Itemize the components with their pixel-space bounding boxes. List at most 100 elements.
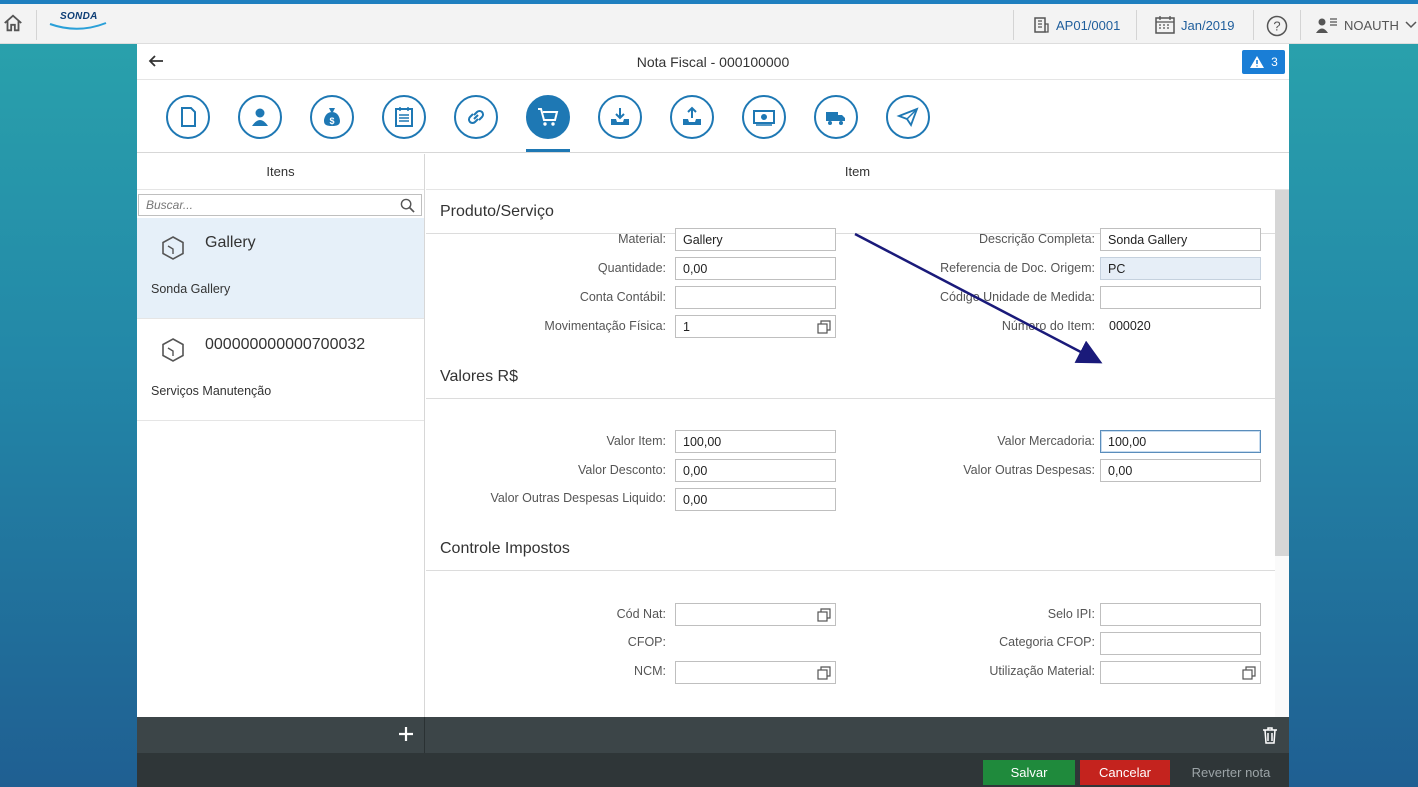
svg-text:$: $ xyxy=(329,116,334,126)
utilizacao-material-label: Utilização Material: xyxy=(989,664,1095,678)
user-icon xyxy=(1316,18,1337,33)
numero-item-label: Número do Item: xyxy=(1001,319,1095,333)
trash-icon[interactable] xyxy=(1262,726,1278,744)
document-icon xyxy=(181,107,196,127)
descricao-completa-field[interactable]: Sonda Gallery xyxy=(1100,228,1261,251)
numero-item-value: 000020 xyxy=(1109,319,1151,333)
link-icon xyxy=(467,109,485,125)
section-title: Valores R$ xyxy=(440,368,518,385)
revert-button[interactable]: Reverter nota xyxy=(1183,760,1279,785)
valor-outras-despesas-liquido-field[interactable]: 0,00 xyxy=(675,488,836,511)
add-icon[interactable] xyxy=(395,723,417,745)
svg-text:?: ? xyxy=(1273,19,1280,34)
title-bar: Nota Fiscal - 000100000 3 xyxy=(137,44,1289,80)
company-selector[interactable]: AP01/0001 xyxy=(1032,13,1120,37)
items-header: Itens xyxy=(137,154,424,190)
ncm-label: NCM: xyxy=(634,664,666,678)
building-icon xyxy=(1034,17,1049,33)
list-item-title: 000000000000700032 xyxy=(205,336,366,353)
action-footer: Salvar Cancelar Reverter nota xyxy=(137,753,1289,787)
shell-separator xyxy=(1136,10,1137,40)
tab-document[interactable] xyxy=(166,95,210,139)
quantidade-label: Quantidade: xyxy=(597,261,666,275)
tab-items[interactable] xyxy=(526,95,570,139)
tab-transport[interactable] xyxy=(814,95,858,139)
valor-desconto-label: Valor Desconto: xyxy=(577,463,666,477)
paper-plane-icon xyxy=(896,107,919,127)
tab-partner[interactable] xyxy=(238,95,282,139)
active-tab-indicator xyxy=(526,149,570,152)
section-valores: Valores R$ xyxy=(426,355,1275,399)
shell-separator xyxy=(1253,10,1254,40)
valor-outras-despesas-field[interactable]: 0,00 xyxy=(1100,459,1261,482)
cart-icon xyxy=(538,108,559,126)
valor-mercadoria-label: Valor Mercadoria: xyxy=(997,434,1095,448)
categoria-cfop-field[interactable] xyxy=(1100,632,1261,655)
tab-schedule[interactable] xyxy=(382,95,426,139)
warning-count: 3 xyxy=(1271,55,1278,69)
help-icon[interactable]: ? xyxy=(1266,15,1288,37)
tab-references[interactable] xyxy=(454,95,498,139)
categoria-cfop-label: Categoria CFOP: xyxy=(999,635,1095,649)
shell-separator xyxy=(36,10,37,40)
user-menu[interactable]: NOAUTH xyxy=(1316,13,1417,37)
valor-outras-despesas-label: Valor Outras Despesas: xyxy=(963,463,1095,477)
selo-ipi-field[interactable] xyxy=(1100,603,1261,626)
tab-payments[interactable]: $ xyxy=(310,95,354,139)
search-placeholder: Buscar... xyxy=(146,198,193,212)
banknote-icon xyxy=(753,110,775,126)
list-item-title: Gallery xyxy=(205,234,256,251)
utilizacao-material-field[interactable] xyxy=(1100,661,1261,684)
toolbar-divider xyxy=(424,717,425,753)
upload-tray-icon xyxy=(683,106,701,125)
value-help-icon[interactable] xyxy=(1242,666,1256,680)
tab-values[interactable] xyxy=(742,95,786,139)
search-input[interactable]: Buscar... xyxy=(138,194,422,216)
section-title: Controle Impostos xyxy=(440,540,570,557)
conta-contabil-label: Conta Contábil: xyxy=(579,290,666,304)
sonda-logo[interactable]: SONDA xyxy=(44,10,110,34)
list-toolbar xyxy=(137,717,1289,753)
calendar-icon xyxy=(1155,16,1175,34)
chevron-down-icon xyxy=(1405,21,1417,29)
period-selector[interactable]: Jan/2019 xyxy=(1155,13,1235,37)
item-detail: Item Produto/Serviço Material: Gallery Q… xyxy=(426,154,1289,717)
download-tray-icon xyxy=(611,108,629,125)
save-button[interactable]: Salvar xyxy=(983,760,1075,785)
warnings-button[interactable]: 3 xyxy=(1242,50,1285,74)
tab-send[interactable] xyxy=(886,95,930,139)
shell-bar: SONDA AP01/0001 Jan/2019 ? NOAUTH xyxy=(0,4,1418,44)
item-header: Item xyxy=(426,154,1289,190)
money-bag-icon: $ xyxy=(324,108,340,126)
tab-outbound[interactable] xyxy=(670,95,714,139)
section-title: Produto/Serviço xyxy=(440,203,554,220)
shell-separator xyxy=(1300,10,1301,40)
tab-inbound[interactable] xyxy=(598,95,642,139)
page-title: Nota Fiscal - 000100000 xyxy=(636,54,790,70)
list-item[interactable]: Gallery Sonda Gallery xyxy=(137,218,424,319)
home-icon[interactable] xyxy=(2,12,24,34)
valor-mercadoria-field[interactable]: 100,00 xyxy=(1100,430,1261,453)
referencia-doc-origem-field[interactable]: PC xyxy=(1100,257,1261,280)
shell-separator xyxy=(1013,10,1014,40)
codigo-unidade-medida-field[interactable] xyxy=(1100,286,1261,309)
main-panel: Nota Fiscal - 000100000 3 $ Itens Buscar… xyxy=(137,44,1289,787)
person-icon xyxy=(252,108,268,126)
valor-item-label: Valor Item: xyxy=(606,434,666,448)
items-master-list: Itens Buscar... Gallery Sonda Gallery 00… xyxy=(137,154,425,717)
section-controle-impostos: Controle Impostos xyxy=(426,527,1275,571)
selo-ipi-label: Selo IPI: xyxy=(1047,607,1095,621)
warning-icon xyxy=(1250,56,1265,68)
product-cube-icon xyxy=(162,236,184,260)
scrollbar-thumb[interactable] xyxy=(1275,190,1289,556)
cancel-button[interactable]: Cancelar xyxy=(1080,760,1170,785)
product-cube-icon xyxy=(162,338,184,362)
material-label: Material: xyxy=(618,232,666,246)
valor-outras-despesas-liquido-label: Valor Outras Despesas Liquido: xyxy=(490,491,666,505)
calendar-list-icon xyxy=(395,107,413,127)
search-icon[interactable] xyxy=(400,198,415,213)
descricao-completa-label: Descrição Completa: xyxy=(978,232,1095,246)
section-tab-bar: $ xyxy=(137,81,1289,153)
codigo-unidade-medida-label: Código Unidade de Medida: xyxy=(940,290,1095,304)
list-item[interactable]: 000000000000700032 Serviços Manutenção xyxy=(137,320,424,421)
